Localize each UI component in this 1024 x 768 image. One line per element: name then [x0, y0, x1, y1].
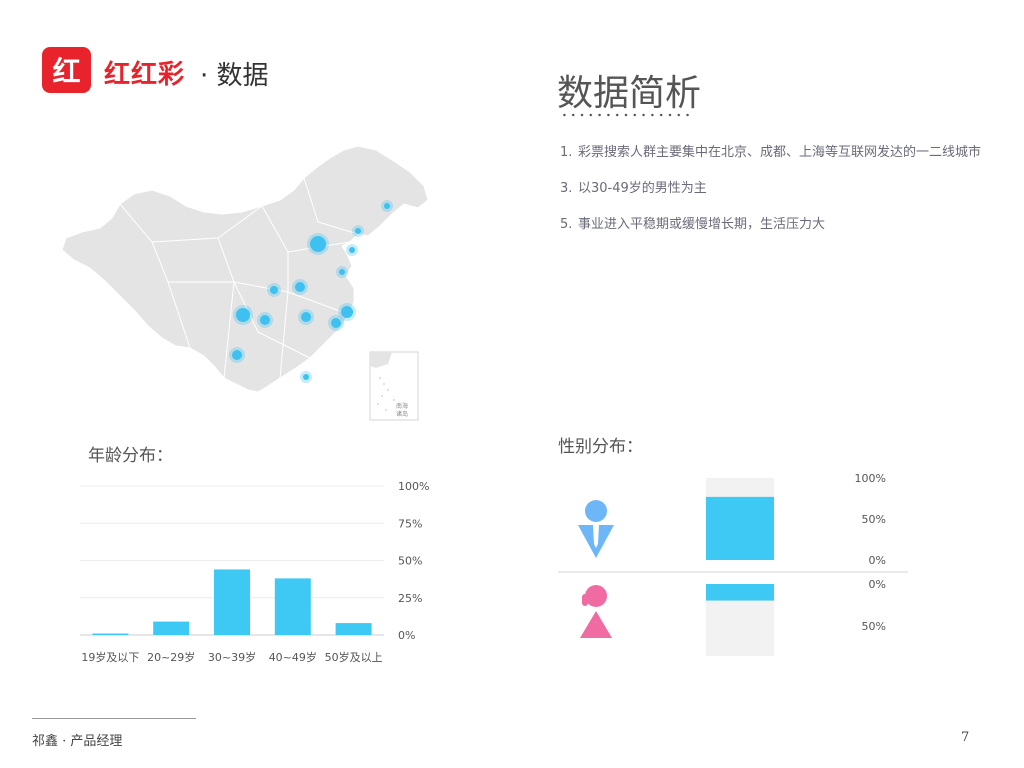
- city-hotspot: [236, 308, 250, 322]
- brand-suffix: · 数据: [200, 61, 269, 91]
- city-hotspot: [301, 312, 311, 322]
- female-icon: [580, 585, 612, 638]
- gender-section-title: 性别分布：: [558, 437, 643, 457]
- finding-text: 彩票搜索人群主要集中在北京、成都、上海等互联网发达的一二线城市: [578, 145, 982, 160]
- city-hotspot: [303, 374, 309, 380]
- city-hotspot: [339, 269, 345, 275]
- x-tick-label: 40~49岁: [269, 650, 317, 664]
- x-tick-label: 19岁及以下: [81, 650, 139, 664]
- finding-number: 5.: [560, 217, 573, 232]
- female-bar: [706, 584, 774, 601]
- age-bar: [214, 569, 250, 635]
- y-tick-label: 50%: [398, 555, 422, 568]
- city-hotspot: [295, 282, 305, 292]
- x-tick-label: 20~29岁: [147, 650, 195, 664]
- y-tick-label: 100%: [398, 480, 429, 493]
- finding-item: 1. 彩票搜索人群主要集中在北京、成都、上海等互联网发达的一二线城市: [560, 142, 990, 163]
- finding-text: 以30-49岁的男性为主: [578, 181, 707, 196]
- finding-number: 1.: [560, 145, 573, 160]
- city-hotspot: [331, 318, 341, 328]
- gender-top-tick-label: 100%: [855, 472, 886, 485]
- finding-number: 3.: [560, 181, 573, 196]
- inset-label-1: 南海: [396, 402, 408, 410]
- gender-bar-chart: 100% 50% 0% 0% 50%: [558, 472, 908, 656]
- page-number: 7: [961, 730, 970, 745]
- city-hotspot: [341, 306, 353, 318]
- y-tick-label: 75%: [398, 517, 422, 530]
- age-bar-chart: 100% 75% 50% 25% 0% 19岁及以下 20~29岁 30~39岁 40~49岁 5…: [80, 480, 429, 664]
- gender-bottom-tick-label: 50%: [862, 620, 886, 633]
- gender-top-tick-label: 0%: [869, 554, 886, 567]
- city-hotspot: [310, 236, 326, 252]
- south-china-sea-inset: 南海 诸岛: [369, 351, 419, 421]
- city-hotspot: [260, 315, 270, 325]
- finding-text: 事业进入平稳期或缓慢增长期，生活压力大: [578, 217, 826, 232]
- gender-top-tick-label: 50%: [862, 513, 886, 526]
- footer-author: 祁鑫 · 产品经理: [32, 734, 123, 749]
- city-hotspot: [270, 286, 278, 294]
- brand-name: 红红彩: [104, 60, 186, 90]
- male-bar: [706, 496, 774, 560]
- age-bar: [92, 633, 129, 635]
- age-bar: [335, 623, 372, 635]
- city-hotspot: [355, 228, 361, 234]
- male-icon: [578, 500, 614, 558]
- finding-item: 5. 事业进入平稳期或缓慢增长期，生活压力大: [560, 214, 990, 235]
- age-bar: [153, 621, 190, 635]
- x-tick-label: 50岁及以上: [325, 650, 383, 664]
- city-hotspot: [349, 247, 355, 253]
- analysis-title: 数据简析: [557, 73, 702, 114]
- inset-label-2: 诸岛: [396, 410, 408, 418]
- city-hotspot: [384, 203, 390, 209]
- footer-divider: [32, 718, 196, 719]
- gender-bottom-tick-label: 0%: [869, 578, 886, 591]
- age-bar: [274, 578, 311, 635]
- findings-list: 1. 彩票搜索人群主要集中在北京、成都、上海等互联网发达的一二线城市 3. 以3…: [560, 142, 990, 250]
- age-section-title: 年龄分布：: [88, 446, 173, 466]
- y-tick-label: 25%: [398, 592, 422, 605]
- logo-badge: 红: [42, 47, 91, 93]
- dotted-divider: [560, 112, 692, 118]
- china-map: 南海 诸岛: [61, 145, 429, 421]
- y-tick-label: 0%: [398, 629, 415, 642]
- x-tick-label: 30~39岁: [208, 650, 256, 664]
- city-hotspot: [232, 350, 242, 360]
- finding-item: 3. 以30-49岁的男性为主: [560, 178, 990, 199]
